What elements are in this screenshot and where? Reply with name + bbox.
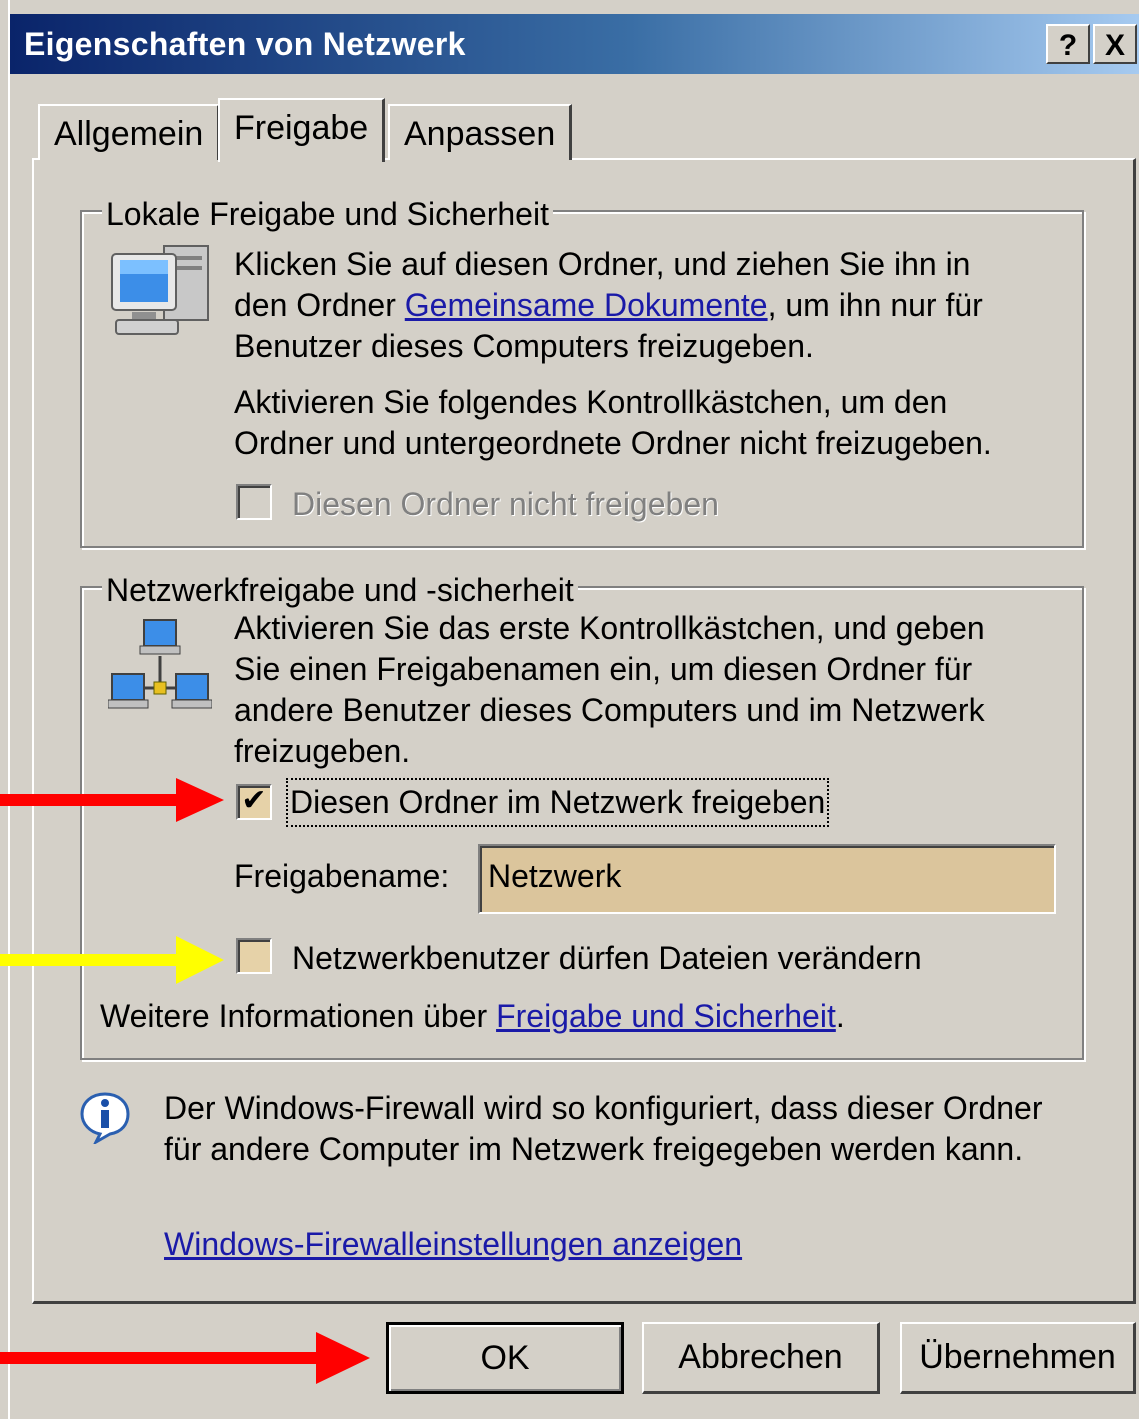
local-text-line3: Benutzer dieses Computers freizugeben. [234, 328, 814, 364]
local-text-line2: den Ordner Gemeinsame Dokumente, um ihn … [234, 285, 983, 326]
cancel-button[interactable]: Abbrechen [642, 1322, 880, 1394]
yellow-arrow-modify [0, 936, 224, 984]
tab-anpassen[interactable]: Anpassen [388, 104, 573, 160]
computer-icon [108, 240, 212, 350]
more-info-prefix: Weitere Informationen über [100, 998, 497, 1034]
window-title: Eigenschaften von Netzwerk [24, 26, 466, 62]
local-text-line4: Aktivieren Sie folgendes Kontrollkästche… [234, 384, 948, 420]
shared-documents-link[interactable]: Gemeinsame Dokumente [405, 287, 768, 323]
network-sharing-legend: Netzwerkfreigabe und -sicherheit [102, 572, 578, 608]
share-name-input[interactable]: Netzwerk [478, 844, 1056, 914]
tab-allgemein[interactable]: Allgemein [38, 104, 221, 160]
title-bar[interactable]: Eigenschaften von Netzwerk ? X [10, 14, 1139, 74]
close-button[interactable]: X [1093, 24, 1137, 64]
allow-modify-checkbox[interactable] [236, 938, 272, 974]
red-arrow-share [0, 778, 224, 822]
local-text-line2-suffix: , um ihn nur für [767, 287, 983, 323]
share-on-network-checkbox[interactable]: ✔ [236, 784, 272, 820]
share-name-label: Freigabename: [234, 858, 450, 894]
firewall-text-line2: für andere Computer im Netzwerk freigege… [164, 1131, 1024, 1167]
network-text-line3: andere Benutzer dieses Computers und im … [234, 692, 985, 728]
do-not-share-label: Diesen Ordner nicht freigeben [292, 486, 719, 522]
tab-freigabe[interactable]: Freigabe [218, 98, 386, 162]
network-text-line1: Aktivieren Sie das erste Kontrollkästche… [234, 610, 985, 646]
window-frame-top [0, 0, 1139, 14]
help-button[interactable]: ? [1046, 24, 1090, 64]
apply-button[interactable]: Übernehmen [900, 1322, 1136, 1394]
network-icon [107, 616, 213, 720]
ok-button[interactable]: OK [386, 1322, 624, 1394]
firewall-settings-link[interactable]: Windows-Firewalleinstellungen anzeigen [164, 1224, 742, 1265]
more-info-text: Weitere Informationen über Freigabe und … [100, 996, 845, 1037]
window-frame-left [0, 0, 10, 1419]
share-on-network-label[interactable]: Diesen Ordner im Netzwerk freigeben [285, 778, 830, 827]
allow-modify-label[interactable]: Netzwerkbenutzer dürfen Dateien veränder… [292, 938, 922, 979]
local-text-line5: Ordner und untergeordnete Ordner nicht f… [234, 425, 992, 461]
local-text-line2-prefix: den Ordner [234, 287, 405, 323]
firewall-text-line1: Der Windows-Firewall wird so konfigurier… [164, 1090, 1043, 1126]
do-not-share-checkbox[interactable] [236, 484, 272, 520]
network-text-line4: freizugeben. [234, 733, 411, 769]
network-text-line2: Sie einen Freigabenamen ein, um diesen O… [234, 651, 973, 687]
sharing-security-link[interactable]: Freigabe und Sicherheit [496, 998, 836, 1034]
info-icon [78, 1090, 132, 1146]
more-info-suffix: . [835, 998, 845, 1034]
red-arrow-ok [0, 1332, 370, 1384]
local-text-line1: Klicken Sie auf diesen Ordner, und ziehe… [234, 246, 971, 282]
local-sharing-legend: Lokale Freigabe und Sicherheit [102, 196, 553, 232]
